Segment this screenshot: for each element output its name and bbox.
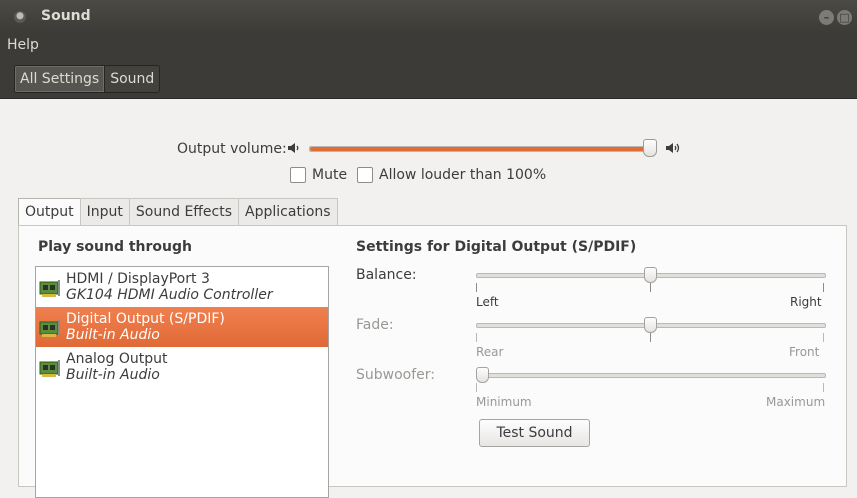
sound-card-icon	[39, 320, 60, 337]
breadcrumb-all-settings[interactable]: All Settings	[15, 66, 105, 92]
fade-tick-left	[476, 333, 477, 342]
tab-input[interactable]: Input	[79, 198, 130, 226]
allow-louder-checkbox-box[interactable]	[357, 167, 373, 183]
balance-left-mark: Left	[476, 295, 499, 309]
tab-bar: Output Input Sound Effects Applications	[18, 198, 338, 227]
test-sound-button[interactable]: Test Sound	[479, 419, 590, 447]
output-volume-fill	[310, 147, 650, 151]
sound-card-icon	[39, 360, 60, 377]
subwoofer-minimum-mark: Minimum	[476, 395, 532, 409]
device-hdmi[interactable]: HDMI / DisplayPort 3 GK104 HDMI Audio Co…	[36, 267, 328, 307]
output-volume-label: Output volume:	[177, 141, 287, 157]
speaker-high-icon	[666, 143, 680, 153]
output-volume-slider[interactable]	[309, 146, 657, 152]
balance-right-mark: Right	[790, 295, 822, 309]
balance-label: Balance:	[356, 267, 417, 283]
toolbar: All Settings Sound	[0, 60, 857, 99]
tab-applications[interactable]: Applications	[238, 198, 338, 226]
device-analog-output[interactable]: Analog Output Built-in Audio	[36, 347, 328, 387]
fade-tick-right	[823, 333, 824, 342]
fade-front-mark: Front	[789, 345, 820, 359]
window-title: Sound	[41, 8, 91, 24]
output-panel: Play sound through HDMI / DisplayPort 3 …	[18, 225, 847, 498]
device-subtitle: Built-in Audio	[66, 327, 160, 343]
fade-label: Fade:	[356, 317, 394, 333]
mute-checkbox[interactable]: Mute	[290, 167, 347, 183]
device-digital-output[interactable]: Digital Output (S/PDIF) Built-in Audio	[36, 307, 328, 347]
sound-card-icon	[39, 280, 60, 297]
balance-tick-center	[650, 283, 651, 292]
app-icon	[14, 11, 26, 23]
tab-output[interactable]: Output	[18, 198, 81, 227]
tab-sound-effects[interactable]: Sound Effects	[128, 198, 240, 226]
fade-handle[interactable]	[644, 317, 657, 333]
mute-checkbox-box[interactable]	[290, 167, 306, 183]
device-name: Digital Output (S/PDIF)	[66, 311, 225, 327]
breadcrumb-sound[interactable]: Sound	[105, 66, 160, 92]
subwoofer-tick-left	[476, 383, 477, 392]
fade-rear-mark: Rear	[476, 345, 504, 359]
subwoofer-handle[interactable]	[476, 367, 489, 383]
mute-label: Mute	[312, 167, 348, 183]
subwoofer-label: Subwoofer:	[356, 367, 435, 383]
subwoofer-tick-right	[823, 383, 824, 392]
allow-louder-label: Allow louder than 100%	[379, 167, 547, 183]
main-content: Output volume: Mute Allow louder than 10…	[0, 99, 857, 498]
minimize-icon[interactable]: –	[819, 10, 834, 25]
balance-tick-left	[476, 283, 477, 292]
settings-heading: Settings for Digital Output (S/PDIF)	[356, 239, 637, 255]
maximize-icon[interactable]: □	[837, 10, 852, 25]
fade-tick-center	[650, 333, 651, 342]
play-sound-through-heading: Play sound through	[38, 239, 192, 255]
balance-tick-right	[823, 283, 824, 292]
title-bar: Sound – □	[0, 0, 857, 34]
device-subtitle: GK104 HDMI Audio Controller	[66, 287, 273, 303]
allow-louder-checkbox[interactable]: Allow louder than 100%	[357, 167, 546, 183]
output-volume-handle[interactable]	[643, 139, 657, 157]
subwoofer-slider[interactable]	[476, 373, 826, 378]
menu-help[interactable]: Help	[7, 37, 39, 53]
speaker-low-icon	[288, 143, 299, 153]
device-name: HDMI / DisplayPort 3	[66, 271, 210, 287]
menu-bar: Help	[0, 34, 857, 60]
device-list[interactable]: HDMI / DisplayPort 3 GK104 HDMI Audio Co…	[35, 266, 329, 498]
device-name: Analog Output	[66, 351, 168, 367]
breadcrumb: All Settings Sound	[14, 65, 161, 93]
device-subtitle: Built-in Audio	[66, 367, 160, 383]
balance-handle[interactable]	[644, 267, 657, 283]
subwoofer-maximum-mark: Maximum	[766, 395, 826, 409]
